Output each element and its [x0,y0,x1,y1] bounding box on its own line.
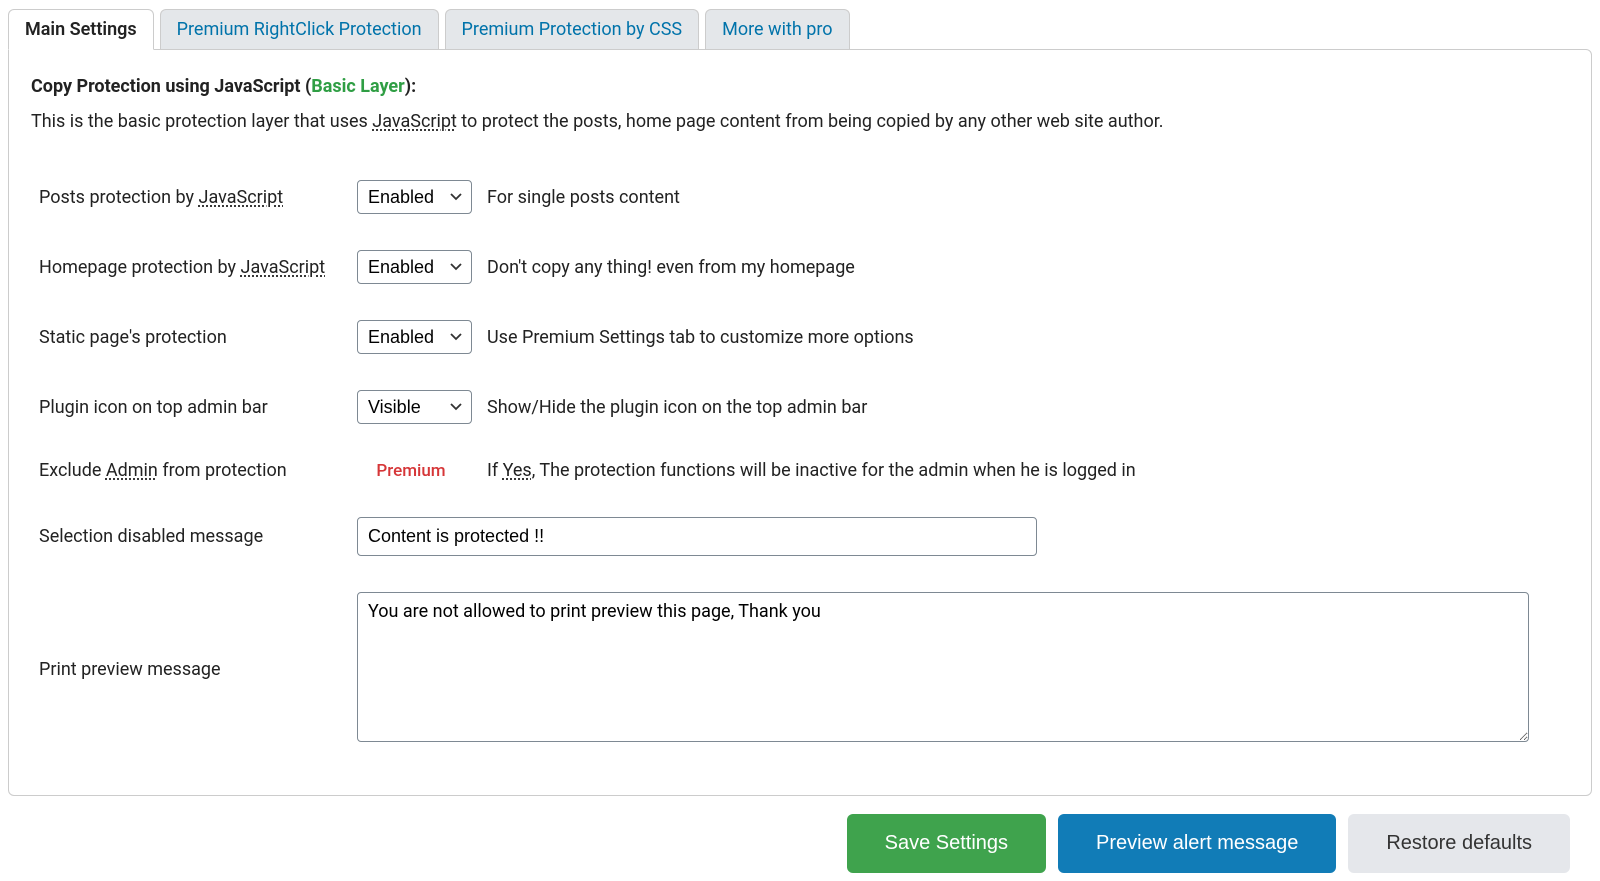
tab-rightclick-protection[interactable]: Premium RightClick Protection [160,9,439,50]
tab-main-settings[interactable]: Main Settings [8,9,154,50]
row-selection-message: Selection disabled message [31,499,1569,574]
select-static-protection[interactable]: Enabled [357,320,472,354]
hint-plugin-icon: Show/Hide the plugin icon on the top adm… [481,372,1569,442]
tabs-nav: Main Settings Premium RightClick Protect… [8,8,1592,49]
select-homepage-protection[interactable]: Enabled [357,250,472,284]
label-plugin-icon: Plugin icon on top admin bar [31,372,351,442]
preview-button[interactable]: Preview alert message [1058,814,1336,873]
settings-table: Posts protection by JavaScript Enabled F… [31,162,1569,765]
tab-more-pro[interactable]: More with pro [705,9,849,50]
action-buttons: Save Settings Preview alert message Rest… [8,814,1592,873]
row-posts-protection: Posts protection by JavaScript Enabled F… [31,162,1569,232]
input-selection-message[interactable] [357,517,1037,556]
save-button[interactable]: Save Settings [847,814,1046,873]
hint-posts-protection: For single posts content [481,162,1569,232]
heading-layer: Basic Layer [311,76,404,97]
tab-protection-css[interactable]: Premium Protection by CSS [445,9,700,50]
heading-suffix: ): [405,76,416,97]
select-posts-protection[interactable]: Enabled [357,180,472,214]
row-homepage-protection: Homepage protection by JavaScript Enable… [31,232,1569,302]
textarea-print-message[interactable]: You are not allowed to print preview thi… [357,592,1529,742]
row-exclude-admin: Exclude Admin from protection Premium If… [31,442,1569,499]
heading-prefix: Copy Protection using JavaScript ( [31,76,311,97]
premium-badge: Premium [376,461,455,481]
label-static-protection: Static page's protection [31,302,351,372]
desc-js: JavaScript [372,111,457,132]
label-posts-protection: Posts protection by JavaScript [31,162,351,232]
section-description: This is the basic protection layer that … [31,111,1569,132]
restore-button[interactable]: Restore defaults [1348,814,1570,873]
row-static-protection: Static page's protection Enabled Use Pre… [31,302,1569,372]
select-plugin-icon[interactable]: Visible [357,390,472,424]
desc-before: This is the basic protection layer that … [31,111,372,132]
hint-homepage-protection: Don't copy any thing! even from my homep… [481,232,1569,302]
section-heading: Copy Protection using JavaScript (Basic … [31,76,1569,97]
settings-panel: Copy Protection using JavaScript (Basic … [8,49,1592,796]
label-print-message: Print preview message [31,574,351,765]
label-selection-message: Selection disabled message [31,499,351,574]
hint-exclude-admin: If Yes, The protection functions will be… [481,442,1569,499]
desc-after: to protect the posts, home page content … [457,111,1164,132]
label-homepage-protection: Homepage protection by JavaScript [31,232,351,302]
row-plugin-icon: Plugin icon on top admin bar Visible Sho… [31,372,1569,442]
hint-static-protection: Use Premium Settings tab to customize mo… [481,302,1569,372]
row-print-message: Print preview message You are not allowe… [31,574,1569,765]
label-exclude-admin: Exclude Admin from protection [31,442,351,499]
